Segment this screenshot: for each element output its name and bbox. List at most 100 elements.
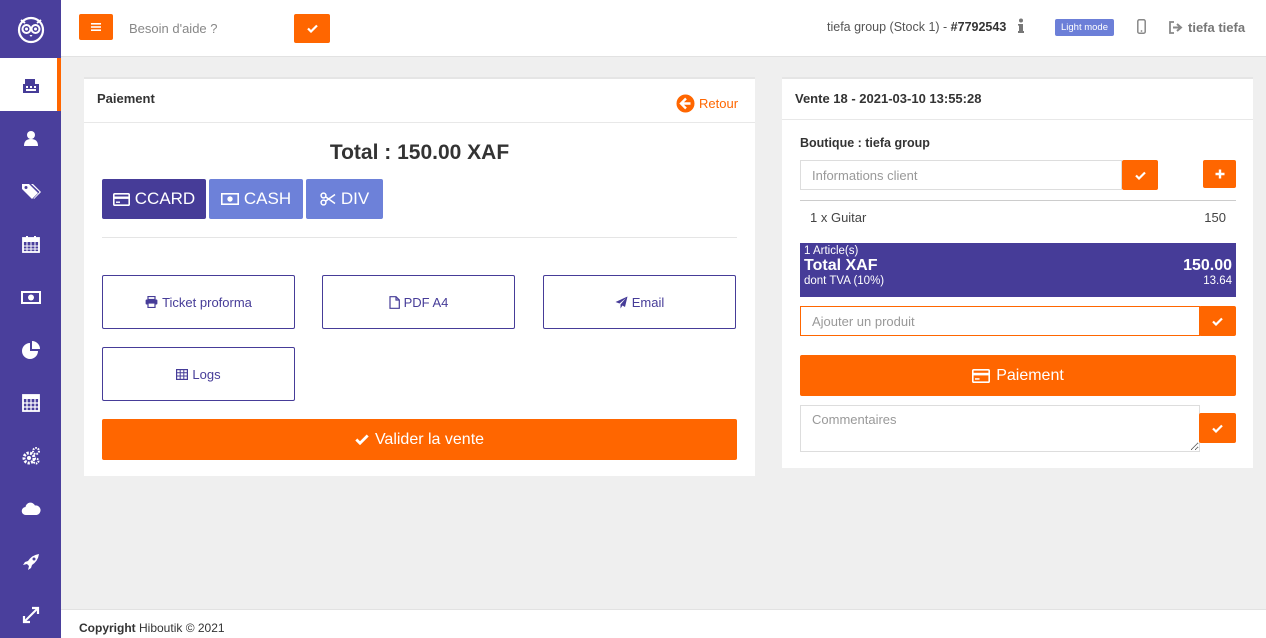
divider (800, 200, 1236, 201)
sidebar-item-cash[interactable] (0, 270, 61, 323)
sale-title: Vente 18 - 2021-03-10 13:55:28 (795, 91, 982, 106)
help-submit-button[interactable] (294, 14, 330, 43)
check-icon (306, 24, 318, 33)
sidebar-item-calendar[interactable] (0, 217, 61, 270)
validate-sale-button[interactable]: Valider la vente (102, 419, 737, 460)
sidebar-item-products[interactable] (0, 164, 61, 217)
pay-div-label: DIV (340, 189, 370, 208)
store-id: #7792543 (950, 20, 1007, 34)
list-item[interactable]: 1 x Guitar 150 (800, 210, 1236, 225)
sidebar-item-customers[interactable] (0, 111, 61, 164)
sidebar (0, 0, 61, 638)
mobile-icon[interactable] (1137, 19, 1146, 37)
sidebar-item-stats[interactable] (0, 323, 61, 376)
check-icon (1212, 424, 1223, 433)
ticket-label: Ticket proforma (162, 294, 252, 310)
gears-icon (22, 446, 40, 464)
cloud-icon (21, 502, 41, 515)
file-icon (388, 295, 400, 309)
item-label: 1 x Guitar (810, 210, 867, 225)
payment-title: Paiement (97, 91, 155, 106)
check-icon (1134, 171, 1146, 180)
sale-summary: 1 Article(s) Total XAF 150.00 dont TVA (… (800, 243, 1236, 297)
add-product-button[interactable] (1199, 306, 1236, 336)
menu-toggle-button[interactable] (79, 14, 113, 40)
sale-panel: Vente 18 - 2021-03-10 13:55:28 Boutique … (782, 77, 1253, 468)
menu-icon (91, 23, 101, 31)
sidebar-item-fullscreen[interactable] (0, 588, 61, 638)
total-label: Total XAF (804, 257, 878, 274)
pay-ccard-label: CCARD (134, 189, 196, 208)
calculator-icon (21, 393, 40, 412)
topbar: tiefa group (Stock 1) - #7792543 Light m… (61, 0, 1266, 57)
comments-textarea[interactable] (800, 405, 1200, 452)
arrow-circle-left-icon (676, 94, 695, 113)
sidebar-item-accounting[interactable] (0, 376, 61, 429)
check-icon (1212, 317, 1223, 326)
light-mode-badge[interactable]: Light mode (1055, 19, 1115, 36)
pdf-label: PDF A4 (403, 294, 449, 310)
user-icon (23, 130, 38, 146)
total-value: 150.00 (1183, 257, 1232, 274)
add-client-button[interactable] (1203, 160, 1236, 188)
shop-label: Boutique : tiefa group (800, 136, 930, 150)
divider (102, 237, 737, 238)
copyright-label: Copyright (79, 621, 136, 635)
user-name: tiefa tiefa (1188, 20, 1246, 35)
store-info: tiefa group (Stock 1) - #7792543 (827, 20, 1006, 34)
scissors-icon (320, 192, 336, 206)
client-submit-button[interactable] (1122, 160, 1158, 190)
cash-register-icon (22, 78, 39, 93)
print-icon (145, 296, 158, 308)
pay-cash-label: CASH (243, 189, 292, 208)
sidebar-item-sales[interactable] (0, 58, 61, 111)
validate-label: Valider la vente (374, 430, 485, 448)
info-icon[interactable] (1018, 18, 1024, 37)
help-search-input[interactable] (121, 14, 293, 42)
tags-icon (21, 183, 41, 199)
payment-total: Total : 150.00 XAF (329, 141, 510, 164)
check-icon (355, 434, 369, 445)
user-logout-link[interactable]: tiefa tiefa (1168, 20, 1245, 35)
paper-plane-icon (615, 296, 628, 308)
tax-label: dont TVA (10%) (804, 275, 885, 287)
footer: Copyright Hiboutik © 2021 (61, 609, 1266, 638)
ticket-proforma-button[interactable]: Ticket proforma (102, 275, 295, 329)
owl-logo-icon[interactable] (0, 0, 61, 58)
sidebar-item-settings[interactable] (0, 429, 61, 482)
comment-submit-button[interactable] (1199, 413, 1236, 443)
back-link[interactable]: Retour (676, 94, 738, 113)
copyright-text: Hiboutik © 2021 (135, 621, 225, 635)
pay-div-button[interactable]: DIV (306, 179, 383, 219)
add-product-input[interactable] (800, 306, 1200, 336)
pay-ccard-button[interactable]: CCARD (102, 179, 206, 219)
credit-card-icon (972, 368, 991, 383)
sign-out-icon (1169, 21, 1183, 34)
pay-cash-button[interactable]: CASH (209, 179, 303, 219)
logs-label: Logs (192, 366, 221, 382)
payment-panel: Paiement Retour Total : 150.00 XAF CCARD… (84, 77, 755, 476)
money-icon (20, 290, 41, 304)
sidebar-item-apps[interactable] (0, 535, 61, 588)
pdf-a4-button[interactable]: PDF A4 (322, 275, 515, 329)
credit-card-icon (112, 192, 130, 206)
expand-icon (22, 606, 39, 623)
email-button[interactable]: Email (543, 275, 736, 329)
payment-button-label: Paiement (996, 366, 1064, 384)
rocket-icon (22, 553, 39, 570)
pie-chart-icon (21, 340, 40, 359)
article-count: 1 Article(s) (804, 245, 859, 257)
divider (782, 119, 1253, 120)
calendar-icon (21, 235, 40, 253)
plus-icon (1215, 169, 1224, 179)
logs-button[interactable]: Logs (102, 347, 295, 401)
store-label: tiefa group (Stock 1) - (827, 20, 951, 34)
back-label: Retour (699, 96, 739, 111)
sidebar-item-cloud[interactable] (0, 482, 61, 535)
client-info-input[interactable] (800, 160, 1122, 190)
table-icon (176, 368, 189, 380)
payment-button[interactable]: Paiement (800, 355, 1236, 396)
email-label: Email (631, 294, 665, 310)
item-price: 150 (1204, 210, 1226, 225)
money-icon (220, 193, 239, 205)
